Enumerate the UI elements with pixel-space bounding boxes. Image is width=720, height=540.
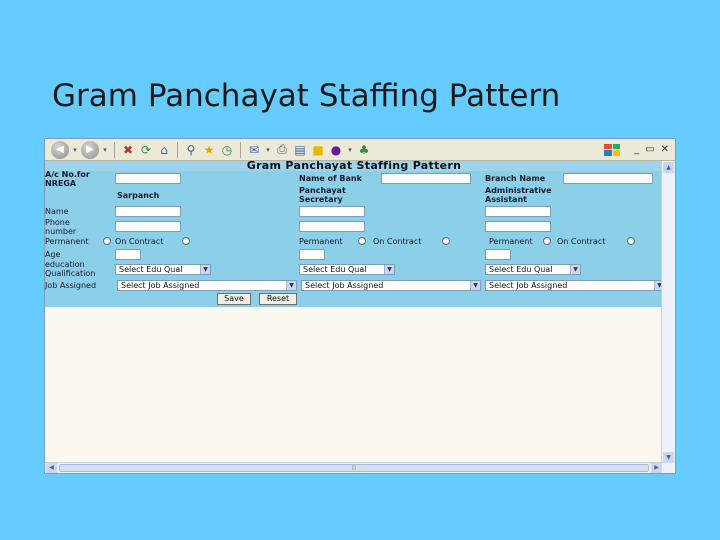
secretary-name-input[interactable] (299, 206, 365, 217)
permanent-label: Permanent (45, 237, 89, 246)
restore-button[interactable]: ▭ (645, 144, 654, 155)
page-title: Gram Panchayat Staffing Pattern (45, 161, 663, 171)
toolbar-separator (240, 141, 241, 158)
save-button[interactable]: Save (217, 293, 251, 305)
secretary-heading: Secretary (299, 195, 343, 204)
chevron-down-icon: ▼ (200, 265, 210, 274)
scroll-left-icon[interactable]: ◀ (46, 463, 57, 473)
yahoo-dropdown-icon[interactable]: ▾ (346, 141, 354, 159)
window-controls: _ ▭ ✕ (603, 139, 675, 161)
scroll-up-icon[interactable]: ▲ (663, 162, 674, 173)
forward-icon[interactable]: ▶ (81, 140, 99, 159)
toolbar-separator (114, 141, 115, 158)
stop-icon[interactable]: ✖ (120, 141, 136, 159)
on-contract-label: On Contract (373, 237, 422, 246)
permanent-label: Permanent (299, 237, 343, 246)
browser-screenshot: ◀ ▾ ▶ ▾ ✖ ⟳ ⌂ ⚲ ★ ◷ ✉ ▾ ⎙ ▤ ■ ● ▾ ♣ _ ▭ … (44, 138, 676, 474)
sarpanch-education-select[interactable]: Select Edu Qual ▼ (115, 264, 211, 275)
assistant-contract-radio[interactable] (627, 237, 635, 245)
assistant-permanent-radio[interactable] (543, 237, 551, 245)
number-label: number (45, 227, 77, 236)
browser-toolbar: ◀ ▾ ▶ ▾ ✖ ⟳ ⌂ ⚲ ★ ◷ ✉ ▾ ⎙ ▤ ■ ● ▾ ♣ (45, 139, 605, 161)
ac-no-label: A/c No.for (45, 170, 90, 179)
secretary-job-select[interactable]: Select Job Assigned ▼ (301, 280, 481, 291)
sarpanch-name-input[interactable] (115, 206, 181, 217)
print-icon[interactable]: ⎙ (274, 141, 290, 159)
name-of-bank-label: Name of Bank (299, 174, 362, 183)
administrative-heading: Administrative (485, 186, 552, 195)
phone-label: Phone (45, 218, 70, 227)
nrega-label: NREGA (45, 179, 77, 188)
secretary-education-select[interactable]: Select Edu Qual ▼ (299, 264, 395, 275)
assistant-age-input[interactable] (485, 249, 511, 260)
scrollbar-thumb[interactable]: ||| (59, 464, 649, 472)
secretary-permanent-radio[interactable] (358, 237, 366, 245)
secretary-age-input[interactable] (299, 249, 325, 260)
mail-dropdown-icon[interactable]: ▾ (264, 141, 272, 159)
minimize-button[interactable]: _ (634, 144, 639, 155)
name-of-bank-input[interactable] (381, 173, 471, 184)
name-label: Name (45, 207, 69, 216)
windows-logo-icon (604, 143, 621, 156)
horizontal-scrollbar[interactable]: ◀ ||| ▶ (45, 462, 663, 473)
sarpanch-permanent-radio[interactable] (103, 237, 111, 245)
close-button[interactable]: ✕ (661, 144, 669, 155)
messenger-icon[interactable]: ♣ (356, 141, 372, 159)
sarpanch-age-input[interactable] (115, 249, 141, 260)
home-icon[interactable]: ⌂ (156, 141, 172, 159)
job-assigned-label: Job Assigned (45, 281, 97, 290)
branch-name-input[interactable] (563, 173, 653, 184)
assistant-heading: Assistant (485, 195, 527, 204)
permanent-label: Permanent (489, 237, 533, 246)
notes-icon[interactable]: ■ (310, 141, 326, 159)
sarpanch-contract-radio[interactable] (182, 237, 190, 245)
search-icon[interactable]: ⚲ (183, 141, 199, 159)
secretary-contract-radio[interactable] (442, 237, 450, 245)
secretary-phone-input[interactable] (299, 221, 365, 232)
assistant-phone-input[interactable] (485, 221, 551, 232)
forward-dropdown-icon[interactable]: ▾ (101, 141, 109, 159)
chevron-down-icon: ▼ (286, 281, 296, 290)
slide-title: Gram Panchayat Staffing Pattern (52, 78, 561, 114)
assistant-name-input[interactable] (485, 206, 551, 217)
history-icon[interactable]: ◷ (219, 141, 235, 159)
ac-no-input[interactable] (115, 173, 181, 184)
panchayat-heading: Panchayat (299, 186, 346, 195)
staffing-form: A/c No.for NREGA Name of Bank Branch Nam… (45, 170, 665, 307)
toolbar-separator (177, 141, 178, 158)
scroll-down-icon[interactable]: ▼ (663, 452, 674, 463)
sarpanch-job-select[interactable]: Select Job Assigned ▼ (117, 280, 297, 291)
refresh-icon[interactable]: ⟳ (138, 141, 154, 159)
qualification-label: Qualification (45, 269, 96, 278)
on-contract-label: On Contract (115, 237, 164, 246)
branch-name-label: Branch Name (485, 174, 546, 183)
vertical-scrollbar[interactable]: ▲ ▼ (661, 161, 675, 473)
back-icon[interactable]: ◀ (51, 140, 69, 159)
yahoo-icon[interactable]: ● (328, 141, 344, 159)
edit-icon[interactable]: ▤ (292, 141, 308, 159)
chevron-down-icon: ▼ (470, 281, 480, 290)
favorites-icon[interactable]: ★ (201, 141, 217, 159)
assistant-education-select[interactable]: Select Edu Qual ▼ (485, 264, 581, 275)
assistant-job-select[interactable]: Select Job Assigned ▼ (485, 280, 665, 291)
reset-button[interactable]: Reset (259, 293, 297, 305)
back-dropdown-icon[interactable]: ▾ (71, 141, 79, 159)
sarpanch-heading: Sarpanch (117, 191, 160, 200)
age-label: Age (45, 250, 61, 259)
education-label: education (45, 260, 85, 269)
sarpanch-phone-input[interactable] (115, 221, 181, 232)
chevron-down-icon: ▼ (570, 265, 580, 274)
on-contract-label: On Contract (557, 237, 606, 246)
chevron-down-icon: ▼ (384, 265, 394, 274)
scroll-right-icon[interactable]: ▶ (651, 463, 662, 473)
mail-icon[interactable]: ✉ (246, 141, 262, 159)
